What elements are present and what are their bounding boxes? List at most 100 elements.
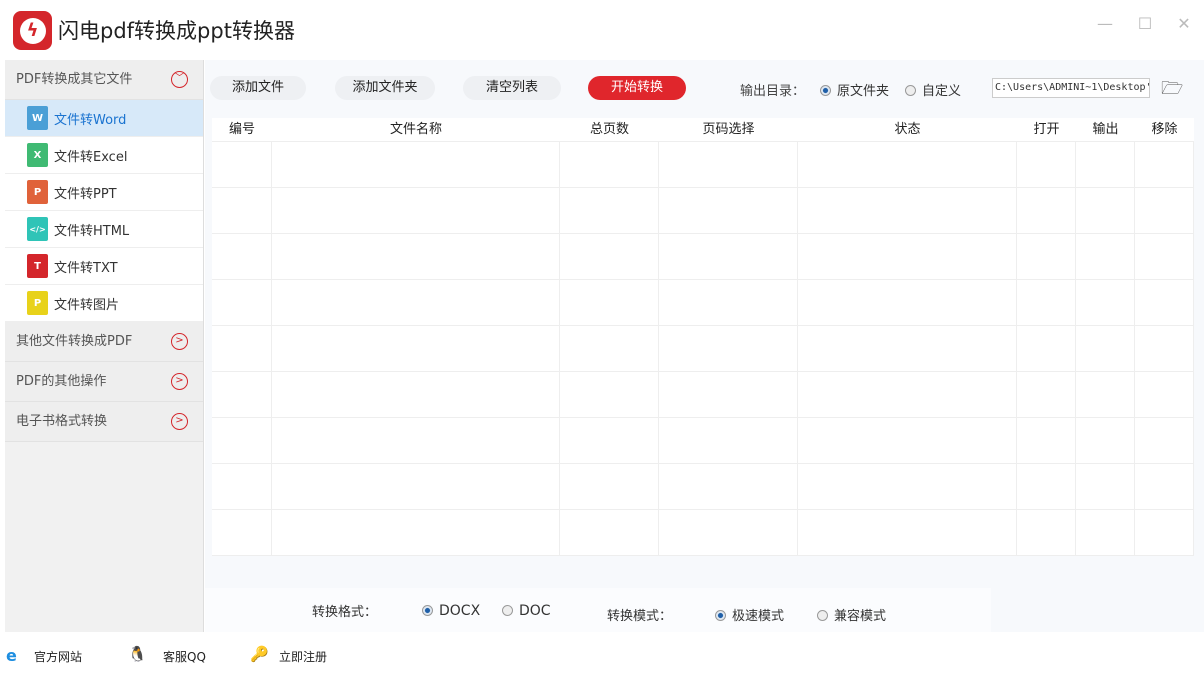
radio-label: 自定义 — [922, 84, 962, 99]
col-header: 页码选择 — [702, 122, 755, 137]
table-cell — [1135, 464, 1194, 509]
sidebar-group-other-to-pdf[interactable]: 其他文件转换成PDF > — [5, 322, 203, 362]
radio-fast-mode[interactable]: 极速模式 — [715, 605, 784, 624]
support-qq-link[interactable]: 客服QQ — [163, 648, 206, 665]
col-header: 移除 — [1151, 122, 1178, 137]
register-link[interactable]: 立即注册 — [279, 648, 327, 665]
output-path-input[interactable]: C:\Users\ADMINI~1\Desktop' — [992, 78, 1150, 98]
table-cell — [560, 234, 659, 279]
excel-file-icon: X — [27, 143, 48, 167]
table-cell — [560, 280, 659, 325]
table-cell — [1076, 142, 1135, 187]
output-dir-label: 输出目录： — [740, 84, 806, 99]
table-cell — [1135, 280, 1194, 325]
col-header: 编号 — [228, 122, 255, 137]
item-label: 文件转TXT — [54, 260, 118, 276]
table-row — [212, 188, 1194, 234]
clear-list-button[interactable]: 清空列表 — [463, 76, 561, 100]
radio-icon — [715, 610, 726, 621]
sidebar: PDF转换成其它文件 ﹀ W 文件转Word X 文件转Excel P 文件转PPT <… — [5, 60, 204, 632]
radio-doc[interactable]: DOC — [502, 603, 551, 619]
table-cell — [212, 142, 272, 187]
word-file-icon: W — [27, 106, 48, 130]
table-cell — [659, 372, 798, 417]
table-cell — [212, 372, 272, 417]
chevron-right-icon: > — [171, 373, 188, 390]
sidebar-item-excel[interactable]: X 文件转Excel — [5, 137, 203, 174]
sidebar-item-image[interactable]: P 文件转图片 — [5, 285, 203, 322]
add-folder-button[interactable]: 添加文件夹 — [335, 76, 435, 100]
table-cell — [212, 188, 272, 233]
radio-original-folder[interactable]: 原文件夹 — [820, 80, 889, 99]
table-cell — [272, 372, 560, 417]
table-cell — [1017, 234, 1076, 279]
item-label: 文件转PPT — [54, 186, 117, 202]
table-cell — [1076, 280, 1135, 325]
table-cell — [1017, 510, 1076, 555]
table-row — [212, 142, 1194, 188]
col-header: 状态 — [894, 122, 921, 137]
sidebar-item-html[interactable]: </> 文件转HTML — [5, 211, 203, 248]
table-row — [212, 326, 1194, 372]
chevron-down-icon: ﹀ — [171, 71, 188, 88]
item-label: 文件转Word — [54, 112, 127, 128]
add-file-button[interactable]: 添加文件 — [210, 76, 306, 100]
table-cell — [798, 326, 1017, 371]
table-cell — [560, 372, 659, 417]
radio-label: DOCX — [439, 603, 481, 619]
table-cell — [1135, 142, 1194, 187]
group-label: 电子书格式转换 — [16, 414, 108, 429]
table-cell — [659, 326, 798, 371]
maximize-button[interactable]: ☐ — [1133, 12, 1157, 36]
sidebar-group-pdf-ops[interactable]: PDF的其他操作 > — [5, 362, 203, 402]
format-label: 转换格式： — [312, 605, 378, 620]
radio-docx[interactable]: DOCX — [422, 603, 480, 619]
table-cell — [1135, 510, 1194, 555]
table-cell — [1076, 464, 1135, 509]
close-button[interactable]: ✕ — [1172, 12, 1196, 36]
file-table: 编号 文件名称 总页数 页码选择 状态 打开 输出 移除 — [212, 118, 1194, 556]
table-cell — [212, 326, 272, 371]
table-cell — [1076, 326, 1135, 371]
table-row — [212, 372, 1194, 418]
table-cell — [1017, 418, 1076, 463]
image-file-icon: P — [27, 291, 48, 315]
table-cell — [798, 234, 1017, 279]
table-cell — [272, 142, 560, 187]
group-label: PDF的其他操作 — [16, 374, 107, 389]
table-cell — [659, 510, 798, 555]
table-cell — [1017, 326, 1076, 371]
radio-icon — [820, 85, 831, 96]
chevron-right-icon: > — [171, 413, 188, 430]
table-cell — [1076, 234, 1135, 279]
table-cell — [212, 234, 272, 279]
sidebar-group-pdf-to-other[interactable]: PDF转换成其它文件 ﹀ — [5, 60, 203, 100]
minimize-button[interactable]: — — [1093, 12, 1117, 36]
ie-icon: e — [6, 646, 17, 665]
table-cell — [1135, 418, 1194, 463]
table-cell — [659, 142, 798, 187]
radio-custom-folder[interactable]: 自定义 — [905, 80, 961, 99]
table-cell — [798, 464, 1017, 509]
table-row — [212, 464, 1194, 510]
item-label: 文件转图片 — [54, 297, 120, 313]
sidebar-group-ebook[interactable]: 电子书格式转换 > — [5, 402, 203, 442]
table-cell — [798, 510, 1017, 555]
table-header: 编号 文件名称 总页数 页码选择 状态 打开 输出 移除 — [212, 118, 1194, 142]
sidebar-item-ppt[interactable]: P 文件转PPT — [5, 174, 203, 211]
sidebar-item-txt[interactable]: T 文件转TXT — [5, 248, 203, 285]
table-cell — [1076, 188, 1135, 233]
radio-compat-mode[interactable]: 兼容模式 — [817, 605, 886, 624]
col-header: 打开 — [1033, 122, 1060, 137]
folder-open-icon[interactable]: 🗁 — [1161, 76, 1183, 106]
start-convert-button[interactable]: 开始转换 — [588, 76, 686, 100]
sidebar-item-word[interactable]: W 文件转Word — [5, 100, 203, 137]
table-cell — [272, 418, 560, 463]
key-icon: 🔑 — [250, 645, 269, 663]
table-cell — [560, 418, 659, 463]
table-cell — [659, 464, 798, 509]
table-cell — [212, 280, 272, 325]
table-cell — [560, 510, 659, 555]
official-site-link[interactable]: 官方网站 — [34, 648, 82, 665]
table-cell — [272, 464, 560, 509]
